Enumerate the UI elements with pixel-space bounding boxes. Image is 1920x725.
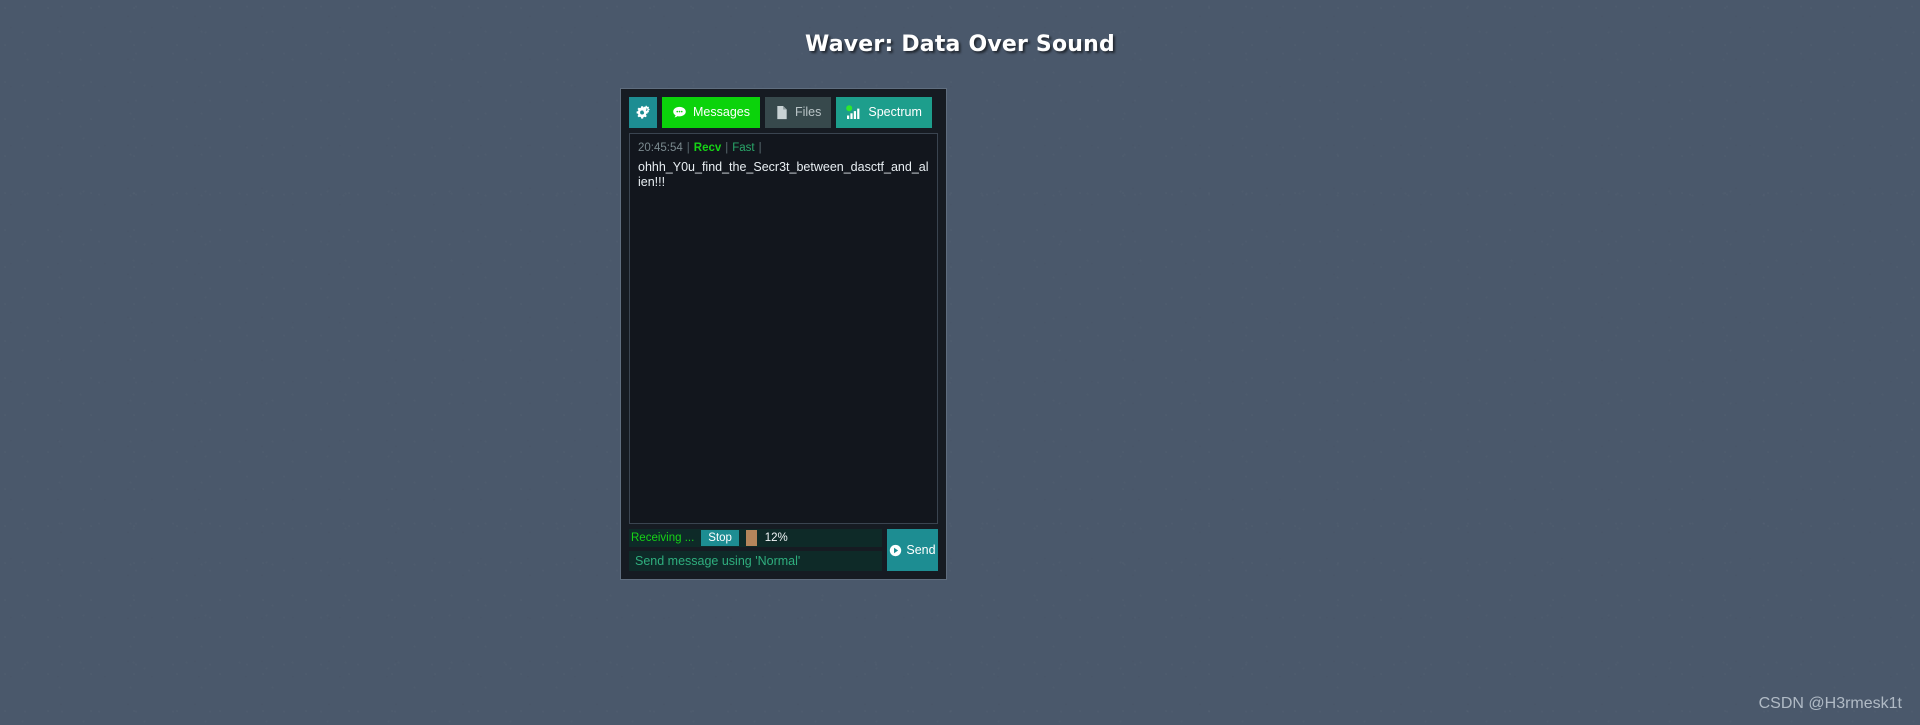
play-circle-icon (889, 544, 902, 557)
message-list[interactable]: 20:45:54 | Recv | Fast | ohhh_Y0u_find_the_Se… (629, 133, 938, 524)
message-protocol: Fast (732, 142, 755, 154)
chat-bubble-icon (672, 105, 687, 120)
bottom-bar: Receiving ... Stop 12% Send (629, 529, 938, 571)
message-body: ohhh_Y0u_find_the_Secr3t_between_dasctf_… (638, 160, 929, 189)
tab-files[interactable]: Files (764, 97, 832, 128)
meta-separator-3: | (758, 142, 762, 154)
meta-separator-1: | (686, 142, 690, 154)
tab-spectrum[interactable]: Spectrum (836, 97, 932, 128)
meta-separator-2: | (725, 142, 729, 154)
send-button-label: Send (906, 543, 936, 557)
message-meta: 20:45:54 | Recv | Fast | (638, 140, 929, 157)
tab-files-label: Files (794, 105, 822, 120)
signal-bars-icon (846, 105, 862, 120)
message-timestamp: 20:45:54 (638, 142, 683, 154)
page-title: Waver: Data Over Sound (805, 32, 1115, 57)
file-page-icon (775, 105, 789, 120)
composer-area: Receiving ... Stop 12% (629, 529, 882, 571)
tab-messages-label: Messages (693, 105, 750, 120)
progress-percent-label: 12% (764, 532, 788, 544)
app-window: Messages Files Spectrum 20:45:54 | Recv … (620, 88, 947, 580)
tab-messages[interactable]: Messages (662, 97, 760, 128)
stop-button[interactable]: Stop (701, 530, 739, 546)
tab-settings[interactable] (629, 97, 657, 128)
message-direction: Recv (693, 142, 722, 154)
progress-bar: 12% (745, 530, 879, 546)
toolbar: Messages Files Spectrum (629, 97, 938, 128)
tab-spectrum-label: Spectrum (868, 105, 922, 120)
progress-bar-fill (745, 530, 757, 546)
message-input[interactable] (629, 551, 882, 571)
message-item: 20:45:54 | Recv | Fast | ohhh_Y0u_find_the_Se… (638, 140, 929, 190)
status-row: Receiving ... Stop 12% (629, 529, 882, 547)
gears-icon (635, 105, 651, 121)
send-button[interactable]: Send (887, 529, 938, 571)
status-label: Receiving ... (631, 532, 695, 544)
watermark: CSDN @H3rmesk1t (1758, 695, 1902, 712)
